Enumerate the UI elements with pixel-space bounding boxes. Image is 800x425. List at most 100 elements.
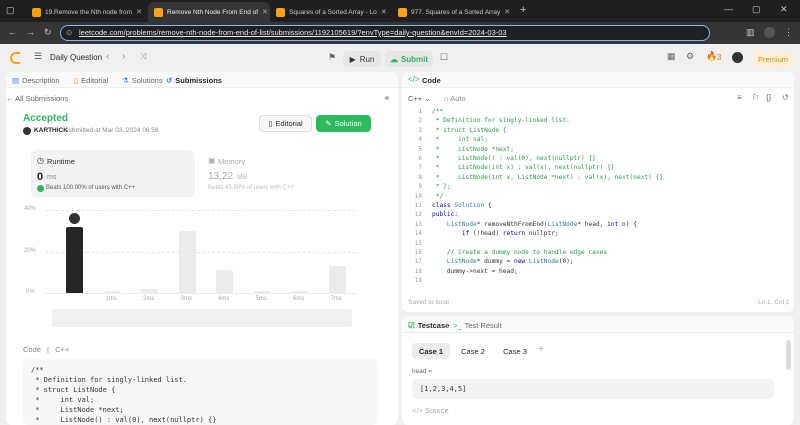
menu-dots-icon[interactable]: ⋮: [784, 27, 793, 38]
run-button[interactable]: ▶ Run: [343, 51, 381, 67]
problem-list-icon[interactable]: ☰: [34, 51, 42, 62]
tab-favicon-icon: [276, 7, 285, 17]
memory-value: 13.22: [208, 171, 234, 182]
code-text: */: [432, 192, 444, 200]
browser-tab-4[interactable]: 977. Squares of a Sorted Array ✕: [392, 2, 514, 22]
braces-icon[interactable]: {}: [766, 93, 771, 102]
code-text: * ListNode(int x, ListNode *next) : val(…: [432, 173, 663, 181]
close-tab-icon[interactable]: ✕: [262, 8, 268, 16]
submit-button[interactable]: ☁ Submit: [385, 51, 433, 67]
code-line: 7 * ListNode(int x) : val(x), next(nullp…: [402, 164, 794, 173]
close-tab-icon[interactable]: ✕: [136, 8, 142, 16]
submitted-code-block[interactable]: /** * Definition for singly-linked list.…: [23, 359, 378, 425]
x-tick-label: 5ms: [255, 296, 267, 302]
reload-icon[interactable]: ↻: [44, 27, 52, 38]
settings-icon[interactable]: ⚙: [686, 51, 694, 62]
daily-question-label[interactable]: Daily Question: [50, 53, 102, 62]
chart-bar[interactable]: [103, 290, 121, 293]
clock-icon: ◷: [37, 156, 44, 165]
tab-submissions[interactable]: ↺ Submissions: [166, 76, 222, 85]
auto-toggle[interactable]: ⌂ Auto: [444, 94, 466, 103]
tab-editorial[interactable]: ▯ Editorial: [74, 76, 108, 85]
runtime-value: 0: [37, 171, 44, 183]
tab-solutions[interactable]: ⚗ Solutions: [122, 76, 163, 85]
tab-test-result[interactable]: >_ Test Result: [453, 321, 502, 330]
new-tab-icon[interactable]: +: [520, 4, 526, 16]
prev-problem-icon[interactable]: ‹: [106, 51, 109, 62]
user-avatar[interactable]: [732, 52, 743, 63]
chart-bar[interactable]: [216, 270, 233, 293]
language-select[interactable]: C++ ⌄: [408, 94, 431, 103]
streak-icon[interactable]: 🔥: [706, 51, 717, 62]
scrollbar[interactable]: [786, 340, 791, 370]
runtime-card[interactable]: ◷ Runtime 0 ms Beats 100.00% of users wi…: [31, 150, 195, 198]
leetcode-logo-icon[interactable]: [10, 52, 20, 64]
maximize-icon[interactable]: ▢: [752, 4, 761, 15]
url-bar[interactable]: ⊙ leetcode.com/problems/remove-nth-node-…: [60, 25, 710, 41]
browser-tab-3[interactable]: Squares of a Sorted Array - Lo ✕: [270, 2, 392, 22]
layout-icon[interactable]: ▦: [667, 51, 676, 62]
code-editor[interactable]: 1 /** 2 * Definition for singly-linked lis…: [402, 108, 794, 288]
editor-header: </> Code: [402, 72, 794, 88]
runtime-beats: Beats 100.00% of users with C++: [46, 185, 136, 191]
extensions-icon[interactable]: ▥: [746, 27, 755, 38]
chart-bar[interactable]: [141, 288, 158, 293]
code-text: // Create a dummy node to handle edge ca…: [432, 249, 608, 256]
close-window-icon[interactable]: ✕: [780, 4, 788, 15]
back-icon[interactable]: ←: [8, 27, 17, 37]
memory-icon: ▣: [208, 156, 216, 165]
next-problem-icon[interactable]: ›: [122, 51, 125, 62]
forward-icon[interactable]: →: [26, 27, 35, 37]
chart-range-slider[interactable]: [52, 309, 352, 327]
chart-bar[interactable]: [291, 290, 308, 293]
code-line: 16 // Create a dummy node to handle edge…: [402, 249, 794, 258]
param-input[interactable]: [1,2,3,4,5]: [412, 379, 774, 399]
chart-bar[interactable]: [178, 230, 196, 293]
format-icon[interactable]: ≡: [737, 93, 742, 102]
all-submissions-link[interactable]: ← All Submissions: [6, 94, 68, 103]
tab-testcase[interactable]: ☑ Testcase: [408, 321, 449, 330]
site-info-icon[interactable]: ⊙: [66, 26, 72, 39]
chart-bar[interactable]: [328, 266, 346, 293]
close-tab-icon[interactable]: ✕: [381, 8, 387, 16]
browser-tabstrip: ▢ 19.Remove the Nth node from ✕ Remove N…: [0, 0, 800, 22]
editorial-button[interactable]: ▯ Editorial: [259, 115, 312, 132]
code-line: 1 /**: [402, 108, 794, 117]
editor-title: Code: [422, 76, 441, 85]
solution-button[interactable]: ✎ Solution: [316, 115, 371, 132]
tab-search-icon[interactable]: ▢: [6, 5, 15, 16]
browser-tab-1[interactable]: 19.Remove the Nth node from ✕: [26, 2, 148, 22]
source-link[interactable]: </> Source: [412, 406, 449, 415]
line-number: 15: [414, 239, 422, 247]
close-tab-icon[interactable]: ✕: [504, 8, 510, 16]
reset-icon[interactable]: ↺: [782, 93, 789, 102]
line-number: 4: [418, 136, 422, 144]
case-2-button[interactable]: Case 2: [454, 343, 492, 359]
x-tick-label: 2ms: [143, 296, 155, 302]
param-label: head =: [412, 368, 433, 375]
debug-icon[interactable]: ⚑: [328, 52, 336, 63]
code-text: * int val;: [432, 136, 488, 144]
chart-bar[interactable]: [253, 290, 271, 293]
minimize-icon[interactable]: —: [724, 4, 733, 14]
case-1-button[interactable]: Case 1: [412, 343, 450, 359]
memory-card[interactable]: ▣ Memory 13.22 MB Beats 45.90% of users …: [202, 150, 372, 198]
code-line: * int val;: [31, 396, 95, 404]
chart-bar[interactable]: [66, 226, 83, 293]
browser-tab-2[interactable]: Remove Nth Node From End of ✕: [148, 2, 270, 22]
bookmark-icon[interactable]: ⚐: [752, 93, 759, 102]
submission-user[interactable]: KARTHICK: [34, 127, 68, 134]
code-text: * struct ListNode {: [432, 126, 507, 134]
profile-avatar[interactable]: [764, 27, 775, 38]
shuffle-icon[interactable]: ⤨: [140, 52, 146, 62]
premium-button[interactable]: Premium: [752, 51, 794, 67]
share-link-icon[interactable]: ⚭: [383, 93, 391, 104]
notes-icon[interactable]: ☐: [440, 52, 448, 63]
add-case-icon[interactable]: +: [538, 344, 544, 355]
line-number: 9: [418, 183, 422, 191]
code-line: 3 * struct ListNode {: [402, 127, 794, 136]
line-number: 3: [418, 126, 422, 134]
tab-description[interactable]: ▤ Description: [12, 76, 60, 85]
code-line: * Definition for singly-linked list.: [31, 376, 187, 384]
case-3-button[interactable]: Case 3: [496, 343, 534, 359]
